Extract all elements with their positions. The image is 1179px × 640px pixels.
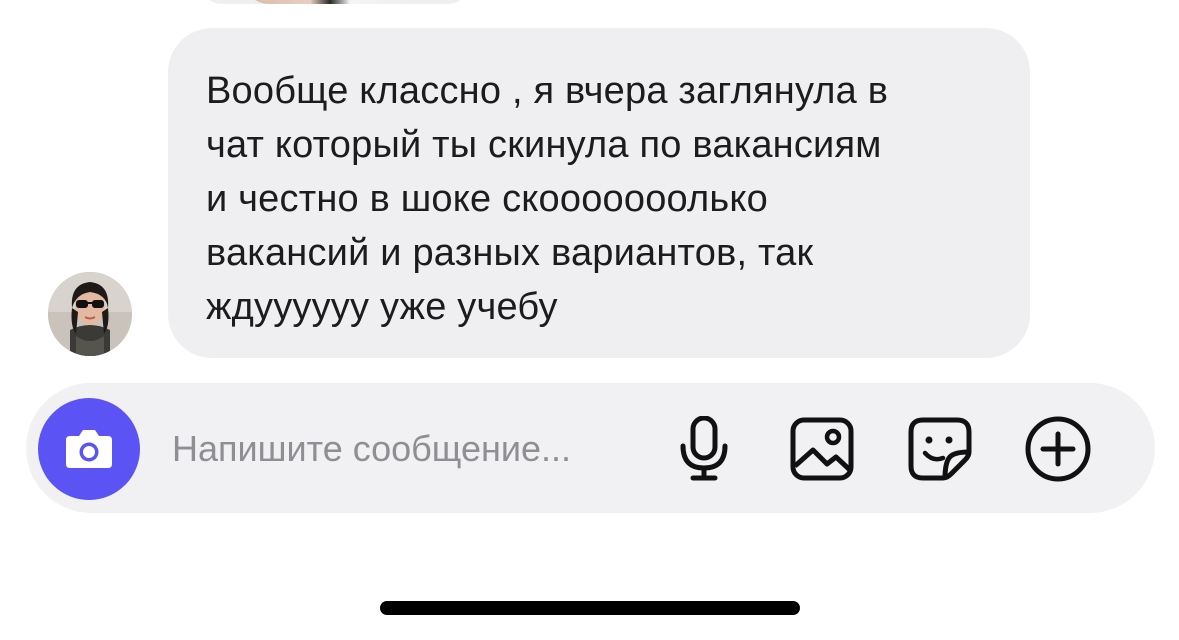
previous-message-photo (240, 0, 440, 4)
sticker-button[interactable] (902, 411, 978, 487)
avatar-image (48, 272, 132, 356)
more-options-button[interactable] (1020, 411, 1096, 487)
camera-icon (66, 430, 112, 468)
incoming-message-bubble[interactable]: Вообще классно , я вчера заглянула в чат… (168, 28, 1030, 358)
sender-avatar[interactable] (48, 272, 132, 356)
message-composer (26, 383, 1155, 513)
camera-button[interactable] (38, 398, 140, 500)
previous-message-image[interactable] (200, 0, 470, 4)
sticker-icon (908, 417, 972, 481)
microphone-button[interactable] (666, 411, 742, 487)
chat-screen: Вообще классно , я вчера заглянула в чат… (0, 0, 1179, 640)
plus-circle-icon (1025, 416, 1091, 482)
message-input[interactable] (172, 419, 662, 479)
message-text: Вообще классно , я вчера заглянула в чат… (206, 70, 889, 328)
message-row: Вообще классно , я вчера заглянула в чат… (0, 28, 1179, 360)
microphone-icon (680, 416, 728, 481)
home-indicator[interactable] (380, 601, 800, 615)
image-gallery-icon (790, 417, 854, 481)
gallery-button[interactable] (784, 411, 860, 487)
